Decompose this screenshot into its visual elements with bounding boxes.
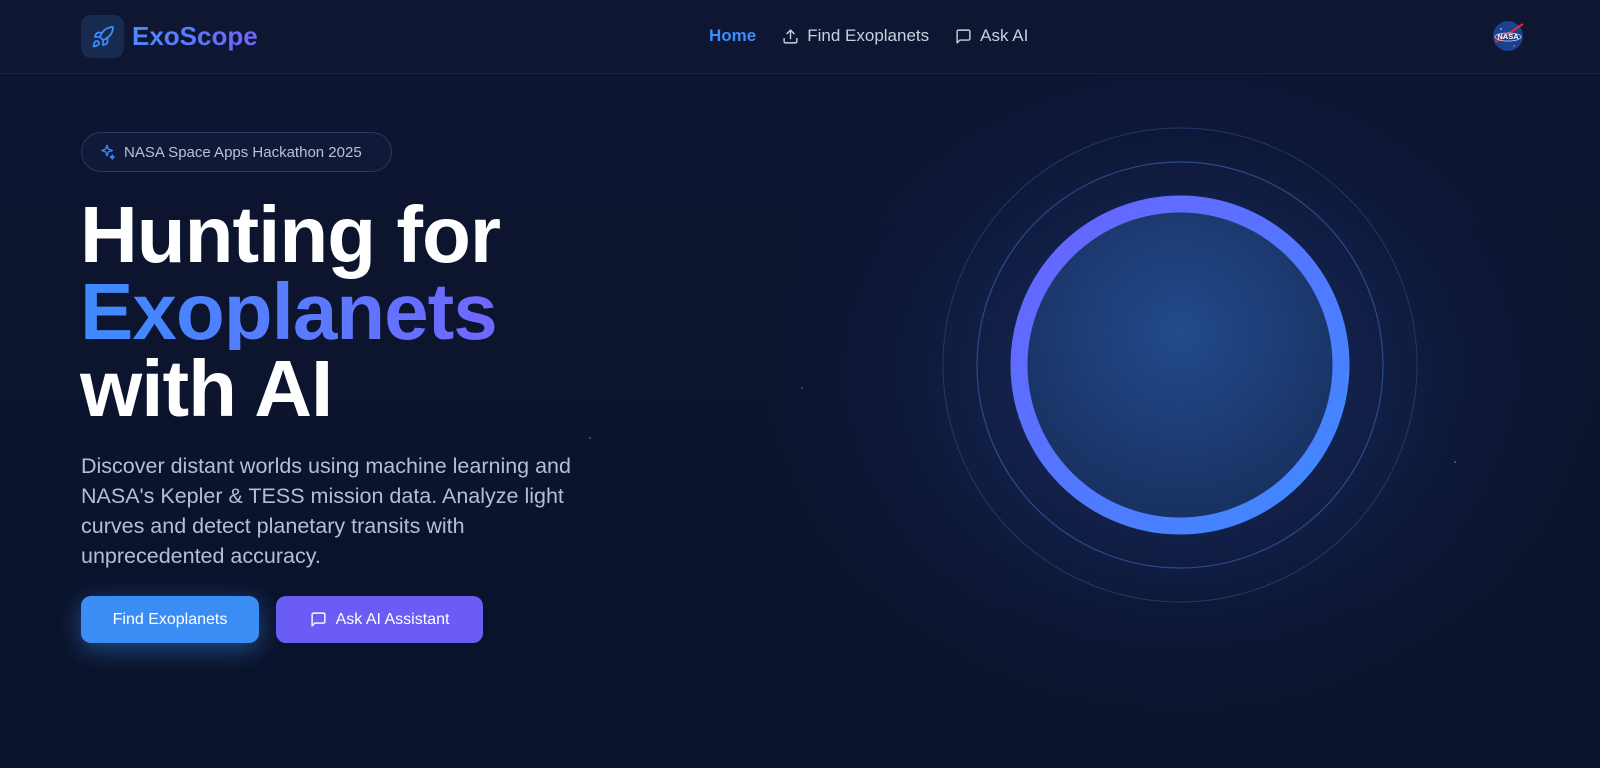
find-exoplanets-button[interactable]: Find Exoplanets bbox=[81, 596, 259, 643]
hackathon-badge: NASA Space Apps Hackathon 2025 bbox=[81, 132, 392, 172]
headline-line-2: Exoplanets bbox=[80, 272, 500, 352]
sparkles-icon bbox=[98, 143, 116, 161]
hero-description: Discover distant worlds using machine le… bbox=[81, 454, 571, 568]
star-dot bbox=[1454, 461, 1456, 463]
message-square-icon bbox=[310, 611, 327, 628]
headline-line-3: with AI bbox=[80, 344, 333, 433]
hero-headline: Hunting for Exoplanets with AI bbox=[80, 190, 501, 433]
top-navbar: ExoScope Home Find Exoplanets Ask AI NAS… bbox=[0, 0, 1600, 74]
nasa-logo[interactable]: NASA bbox=[1492, 20, 1524, 52]
upload-icon bbox=[782, 28, 799, 45]
message-square-icon bbox=[955, 28, 972, 45]
star-dot bbox=[589, 437, 591, 439]
svg-text:NASA: NASA bbox=[1497, 32, 1519, 41]
ask-ai-assistant-button[interactable]: Ask AI Assistant bbox=[276, 596, 483, 643]
badge-label: NASA Space Apps Hackathon 2025 bbox=[124, 143, 362, 161]
nav-item-home[interactable]: Home bbox=[709, 26, 756, 46]
app-name: ExoScope bbox=[132, 21, 258, 51]
button-label: Find Exoplanets bbox=[112, 610, 228, 628]
button-label: Ask AI Assistant bbox=[335, 610, 450, 628]
nav-item-label: Find Exoplanets bbox=[807, 26, 930, 45]
headline-line-1: Hunting for bbox=[80, 190, 501, 279]
nav-item-ask-ai[interactable]: Ask AI bbox=[955, 26, 1028, 46]
landing-page: ExoScope Home Find Exoplanets Ask AI NAS… bbox=[0, 0, 1600, 768]
star-dot bbox=[801, 387, 803, 389]
nav-item-find-exoplanets[interactable]: Find Exoplanets bbox=[782, 26, 929, 46]
planet-illustration bbox=[930, 120, 1430, 620]
brand[interactable]: ExoScope bbox=[81, 15, 258, 58]
main-nav: Home Find Exoplanets Ask AI bbox=[709, 24, 1054, 48]
rocket-icon bbox=[81, 15, 124, 58]
nav-item-label: Home bbox=[709, 26, 757, 45]
nav-item-label: Ask AI bbox=[980, 26, 1029, 45]
